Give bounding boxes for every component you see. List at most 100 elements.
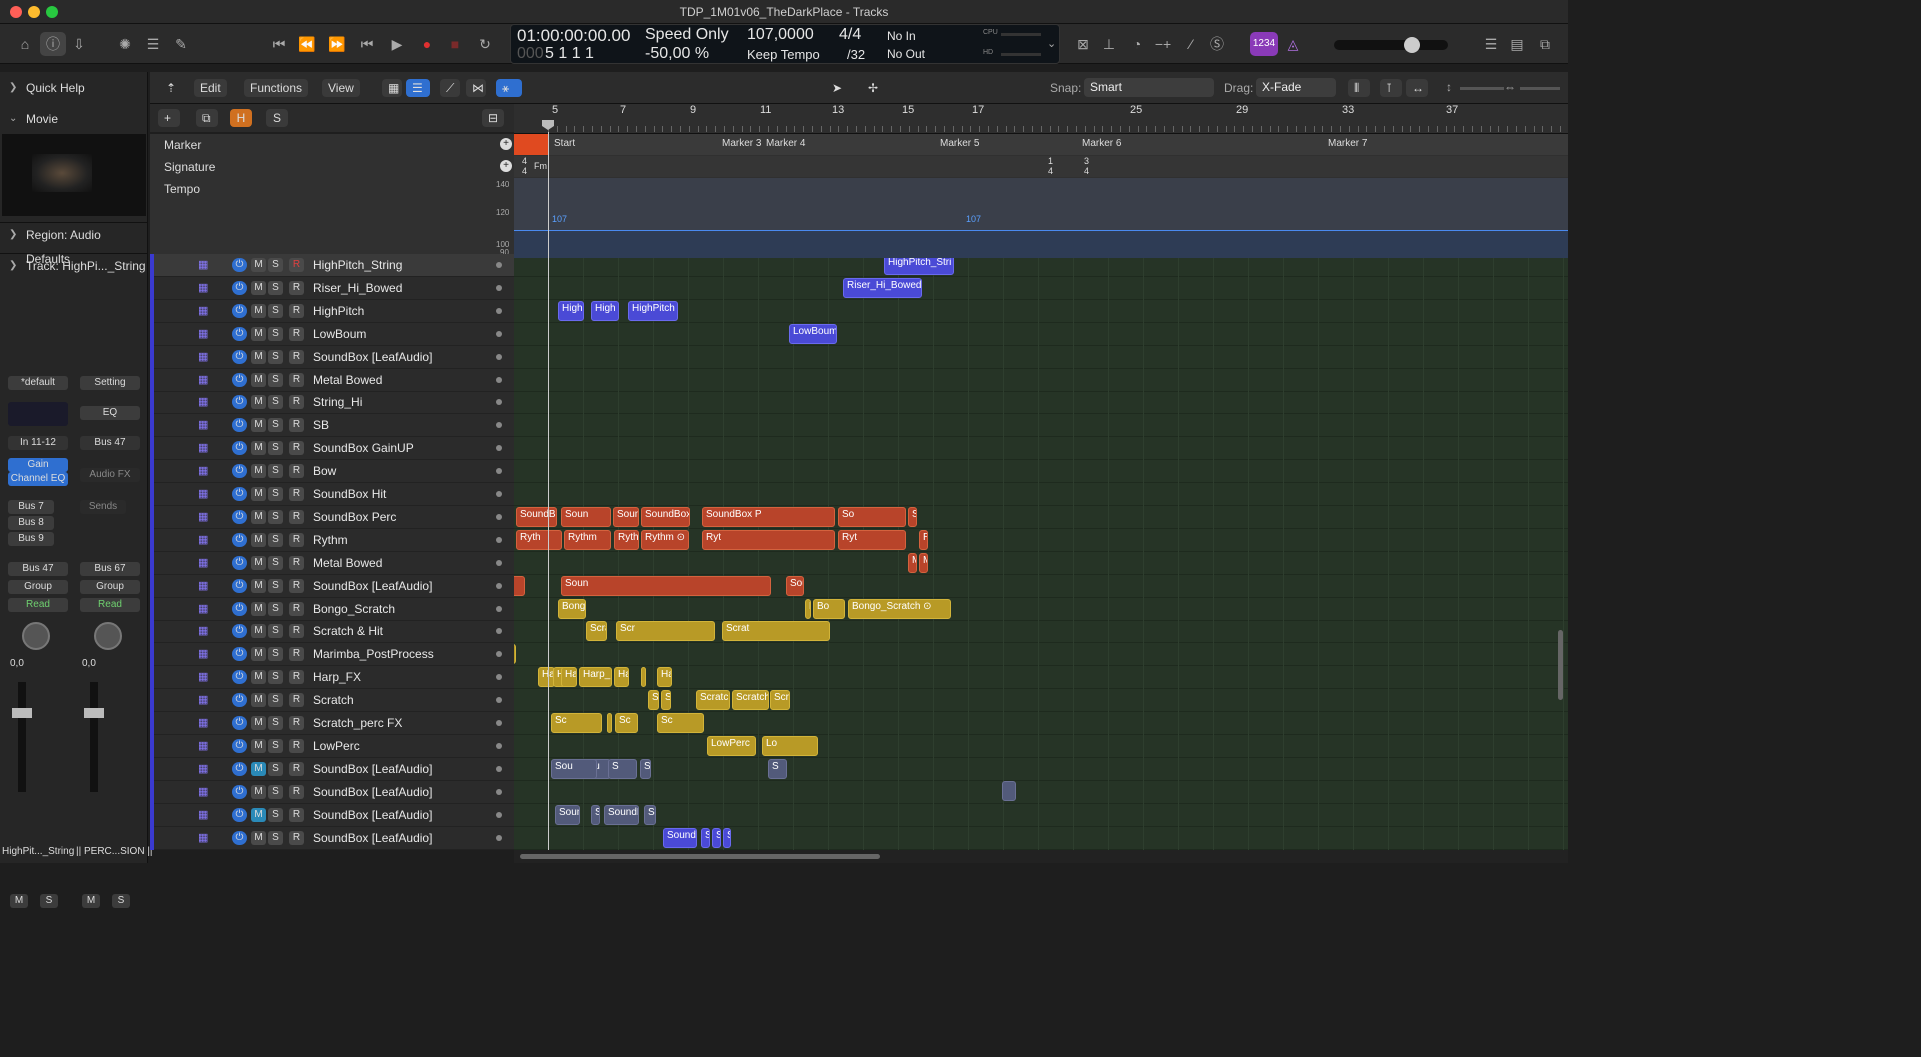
- track-name[interactable]: Scratch_perc FX: [313, 716, 402, 730]
- solo-button[interactable]: S: [268, 624, 283, 639]
- add-track-icon[interactable]: +: [158, 109, 180, 127]
- power-icon[interactable]: ⏻: [232, 693, 247, 708]
- record-enable-button[interactable]: R: [289, 509, 304, 524]
- power-icon[interactable]: ⏻: [232, 418, 247, 433]
- rewind-icon[interactable]: ⏪: [294, 32, 320, 56]
- browser-icon[interactable]: ⧉: [1532, 32, 1558, 56]
- mute-button[interactable]: M: [251, 464, 266, 479]
- solo-button[interactable]: S: [268, 693, 283, 708]
- library-icon[interactable]: ⌂: [12, 32, 38, 56]
- track-name[interactable]: SoundBox GainUP: [313, 441, 414, 455]
- audio-region[interactable]: Ha: [657, 667, 672, 688]
- mute-button[interactable]: M: [251, 372, 266, 387]
- record-enable-button[interactable]: R: [289, 807, 304, 822]
- track-header[interactable]: ▦ ⏻ M S R String_Hi: [150, 391, 514, 415]
- eq-display[interactable]: [8, 402, 68, 426]
- audio-region[interactable]: LowBoum: [789, 323, 837, 344]
- power-icon[interactable]: ⏻: [232, 578, 247, 593]
- audio-region[interactable]: Lo: [762, 735, 818, 756]
- add-signature-icon[interactable]: +: [500, 160, 512, 172]
- audio-region[interactable]: Sou: [701, 827, 710, 848]
- marker[interactable]: Marker 4: [766, 138, 805, 149]
- flex-icon[interactable]: ◬: [1280, 32, 1306, 56]
- record-enable-button[interactable]: R: [289, 716, 304, 730]
- power-icon[interactable]: ⏻: [232, 670, 247, 685]
- track-name[interactable]: SoundBox Hit: [313, 487, 386, 501]
- mute-button[interactable]: M: [251, 830, 266, 845]
- record-enable-button[interactable]: R: [289, 784, 304, 799]
- hide-button[interactable]: H: [230, 109, 252, 127]
- mute-button[interactable]: M: [251, 418, 266, 433]
- pan-knob[interactable]: [22, 622, 50, 650]
- solo-button[interactable]: S: [268, 303, 283, 318]
- power-icon[interactable]: ⏻: [232, 647, 247, 662]
- solo-icon[interactable]: Ⓢ: [1204, 32, 1230, 56]
- track-header[interactable]: ▦ ⏻ M S R Riser_Hi_Bowed: [150, 276, 514, 300]
- audio-region[interactable]: Scratch: [696, 690, 730, 711]
- record-enable-button[interactable]: R: [289, 464, 304, 479]
- track-name[interactable]: Metal Bowed: [313, 373, 382, 387]
- waveform-zoom-icon[interactable]: ⦀: [1348, 79, 1370, 97]
- audio-region[interactable]: Rythm ⊙: [614, 529, 639, 550]
- flex-view-icon[interactable]: ⋈: [466, 79, 486, 97]
- solo-button[interactable]: S: [112, 894, 130, 908]
- record-enable-button[interactable]: R: [289, 280, 304, 295]
- fast-forward-icon[interactable]: ⏩: [324, 32, 350, 56]
- audio-region[interactable]: SoundBox: [613, 506, 639, 527]
- mute-button[interactable]: M: [251, 280, 266, 295]
- audio-region[interactable]: Scr: [661, 690, 671, 711]
- mute-button[interactable]: M: [251, 670, 266, 685]
- solo-button[interactable]: S: [268, 280, 283, 295]
- power-icon[interactable]: ⏻: [232, 258, 247, 272]
- track-header[interactable]: ▦ ⏻ M S R LowBoum: [150, 322, 514, 346]
- audio-region[interactable]: HighPitch_Stri: [884, 258, 954, 275]
- audio-region[interactable]: Sc: [615, 713, 638, 733]
- audio-region[interactable]: SoundBox [Leaf: [712, 827, 721, 848]
- marker[interactable]: Marker 3: [722, 138, 761, 149]
- audio-region[interactable]: Ryth: [516, 529, 562, 550]
- send-slot[interactable]: Bus 7: [8, 500, 54, 514]
- track-header[interactable]: ▦ ⏻ M S R HighPitch_String: [150, 254, 514, 277]
- inspector-icon[interactable]: ⓘ: [40, 32, 66, 56]
- master-volume-slider[interactable]: [1334, 37, 1448, 53]
- horizontal-scrollbar[interactable]: [514, 850, 1568, 863]
- duplicate-track-icon[interactable]: ⧉: [196, 109, 218, 127]
- back-icon[interactable]: ⇡: [160, 79, 182, 97]
- solo-button[interactable]: S: [268, 670, 283, 685]
- record-enable-button[interactable]: R: [289, 258, 304, 272]
- tempo-lane[interactable]: 107 107: [514, 178, 1568, 258]
- marquee-tool-icon[interactable]: ✢: [862, 79, 888, 97]
- mute-button[interactable]: M: [251, 784, 266, 799]
- audio-region[interactable]: SoundBox Perc ⊙: [641, 506, 690, 527]
- audio-region[interactable]: Scr: [616, 621, 715, 642]
- track-header[interactable]: ▦ ⏻ M S R LowPerc: [150, 734, 514, 758]
- automation-mode[interactable]: Read: [80, 598, 140, 612]
- power-icon[interactable]: ⏻: [232, 532, 247, 547]
- movie-thumbnail[interactable]: [2, 134, 146, 216]
- audio-region[interactable]: SoundBox [LeafAudio]: [604, 804, 639, 825]
- marker[interactable]: Marker 7: [1328, 138, 1367, 149]
- audio-region[interactable]: So: [908, 506, 917, 527]
- input-slot[interactable]: In 11-12: [8, 436, 68, 450]
- track-header[interactable]: ▦ ⏻ M S R Metal Bowed: [150, 368, 514, 392]
- scrollbar-thumb[interactable]: [520, 854, 880, 859]
- audio-region[interactable]: SoundBox [Lea: [555, 804, 580, 825]
- power-icon[interactable]: ⏻: [232, 784, 247, 799]
- mute-button[interactable]: M: [251, 716, 266, 730]
- track-header[interactable]: ▦ ⏻ M S R Scratch_perc FX: [150, 712, 514, 735]
- audio-region[interactable]: S: [640, 758, 651, 779]
- add-marker-icon[interactable]: +: [500, 138, 512, 150]
- audio-region[interactable]: Sc: [657, 713, 704, 733]
- view-menu[interactable]: View: [322, 79, 360, 97]
- marker[interactable]: Start: [554, 138, 575, 149]
- output-slot[interactable]: Bus 67: [80, 562, 140, 576]
- solo-button[interactable]: S: [268, 716, 283, 730]
- track-header[interactable]: ▦ ⏻ M S R SoundBox Perc: [150, 505, 514, 529]
- catch-icon[interactable]: ⚹: [496, 79, 522, 97]
- track-name[interactable]: HighPitch_String: [313, 258, 402, 272]
- group-slot[interactable]: Group: [8, 580, 68, 594]
- solo-button[interactable]: S: [268, 738, 283, 753]
- horizontal-zoom-slider[interactable]: [1520, 87, 1560, 90]
- audio-region[interactable]: Sou: [591, 804, 600, 825]
- audio-region[interactable]: SoundBox [LeafAudio]: [786, 575, 804, 596]
